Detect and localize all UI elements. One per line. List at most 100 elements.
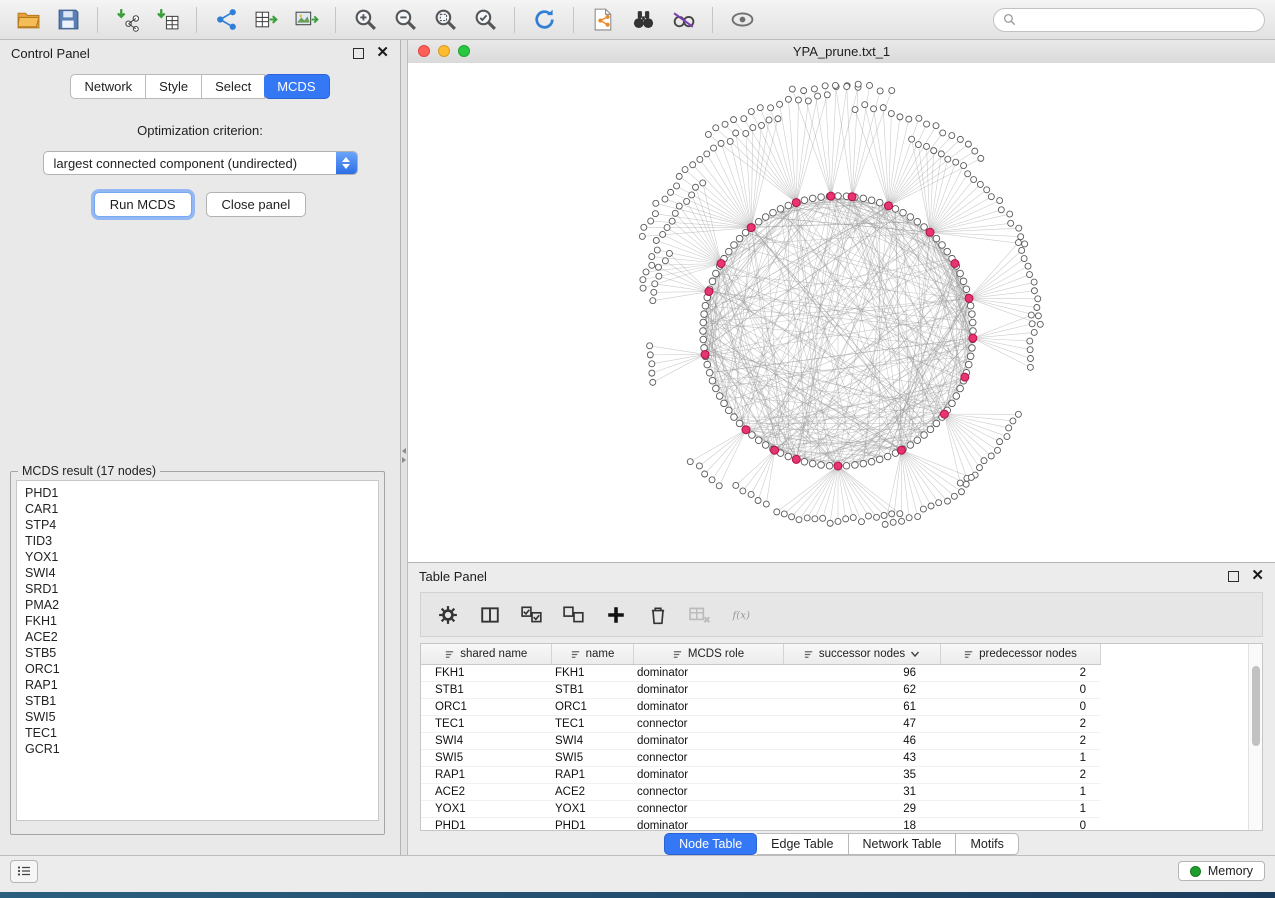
network-leaf-node[interactable] — [700, 180, 706, 186]
network-hub-node[interactable] — [792, 199, 800, 207]
network-leaf-node[interactable] — [649, 254, 655, 260]
network-node[interactable] — [907, 442, 914, 449]
table-cell[interactable]: connector — [633, 750, 783, 767]
network-leaf-node[interactable] — [965, 141, 971, 147]
network-leaf-node[interactable] — [722, 121, 728, 127]
network-leaf-node[interactable] — [664, 225, 670, 231]
network-leaf-node[interactable] — [1018, 234, 1024, 240]
network-node[interactable] — [777, 206, 784, 213]
network-leaf-node[interactable] — [789, 86, 795, 92]
table-cell[interactable]: 29 — [783, 801, 940, 818]
table-settings-button[interactable] — [437, 604, 459, 626]
table-cell[interactable]: 43 — [783, 750, 940, 767]
network-leaf-node[interactable] — [705, 131, 711, 137]
network-node[interactable] — [709, 377, 716, 384]
network-node[interactable] — [826, 462, 833, 469]
network-leaf-node[interactable] — [689, 192, 695, 198]
network-leaf-node[interactable] — [669, 218, 675, 224]
network-leaf-node[interactable] — [945, 156, 951, 162]
network-leaf-node[interactable] — [650, 379, 656, 385]
network-node[interactable] — [704, 361, 711, 368]
table-cell[interactable]: 2 — [940, 665, 1100, 682]
network-hub-node[interactable] — [951, 260, 959, 268]
table-cell[interactable]: 31 — [783, 784, 940, 801]
network-leaf-node[interactable] — [963, 481, 969, 487]
network-leaf-node[interactable] — [801, 88, 807, 94]
network-hub-node[interactable] — [965, 294, 973, 302]
network-leaf-node[interactable] — [684, 198, 690, 204]
network-leaf-node[interactable] — [889, 88, 895, 94]
close-panel-button[interactable]: Close panel — [206, 192, 307, 217]
network-leaf-node[interactable] — [674, 183, 680, 189]
network-node[interactable] — [749, 432, 756, 439]
network-leaf-node[interactable] — [1035, 296, 1041, 302]
network-node[interactable] — [725, 407, 732, 414]
network-leaf-node[interactable] — [650, 298, 656, 304]
table-cell[interactable]: dominator — [633, 682, 783, 699]
network-leaf-node[interactable] — [988, 453, 994, 459]
table-cell[interactable]: ORC1 — [421, 699, 551, 716]
table-cell[interactable]: FKH1 — [551, 665, 633, 682]
network-leaf-node[interactable] — [906, 515, 912, 521]
criterion-dropdown[interactable]: largest connected component (undirected) — [43, 151, 358, 175]
network-node[interactable] — [900, 209, 907, 216]
network-leaf-node[interactable] — [748, 109, 754, 115]
network-leaf-node[interactable] — [811, 86, 817, 92]
network-leaf-node[interactable] — [696, 463, 702, 469]
table-cell[interactable]: 0 — [940, 818, 1100, 832]
network-leaf-node[interactable] — [965, 171, 971, 177]
network-node[interactable] — [933, 420, 940, 427]
table-row[interactable]: TEC1TEC1connector472 — [421, 716, 1100, 733]
table-cell[interactable]: TEC1 — [421, 716, 551, 733]
network-hub-node[interactable] — [742, 426, 750, 434]
network-node[interactable] — [876, 199, 883, 206]
network-node[interactable] — [914, 218, 921, 225]
network-leaf-node[interactable] — [920, 506, 926, 512]
mcds-result-item[interactable]: STB5 — [25, 645, 378, 661]
network-leaf-node[interactable] — [687, 459, 693, 465]
network-leaf-node[interactable] — [897, 114, 903, 120]
network-hub-node[interactable] — [717, 260, 725, 268]
network-node[interactable] — [963, 286, 970, 293]
network-node[interactable] — [939, 242, 946, 249]
network-leaf-node[interactable] — [858, 519, 864, 525]
network-leaf-node[interactable] — [1007, 211, 1013, 217]
clear-table-button[interactable] — [689, 604, 711, 626]
table-cell[interactable]: dominator — [633, 665, 783, 682]
network-leaf-node[interactable] — [1027, 364, 1033, 370]
network-leaf-node[interactable] — [888, 111, 894, 117]
tab-motifs[interactable]: Motifs — [956, 833, 1018, 855]
network-node[interactable] — [725, 248, 732, 255]
network-node[interactable] — [969, 311, 976, 318]
network-node[interactable] — [970, 328, 977, 335]
network-leaf-node[interactable] — [716, 483, 722, 489]
table-cell[interactable]: YOX1 — [421, 801, 551, 818]
table-row[interactable]: ACE2ACE2connector311 — [421, 784, 1100, 801]
network-node[interactable] — [892, 206, 899, 213]
network-hub-node[interactable] — [705, 288, 713, 296]
network-leaf-node[interactable] — [988, 194, 994, 200]
network-leaf-node[interactable] — [1031, 288, 1037, 294]
network-leaf-node[interactable] — [1031, 329, 1037, 335]
network-leaf-node[interactable] — [953, 159, 959, 165]
network-leaf-node[interactable] — [660, 231, 666, 237]
network-leaf-node[interactable] — [785, 96, 791, 102]
network-node[interactable] — [809, 195, 816, 202]
network-node[interactable] — [957, 385, 964, 392]
network-leaf-node[interactable] — [690, 162, 696, 168]
network-hub-node[interactable] — [897, 446, 905, 454]
network-leaf-node[interactable] — [1006, 425, 1012, 431]
network-leaf-node[interactable] — [824, 92, 830, 98]
network-leaf-node[interactable] — [899, 518, 905, 524]
network-leaf-node[interactable] — [775, 116, 781, 122]
network-leaf-node[interactable] — [1027, 338, 1033, 344]
network-node[interactable] — [835, 193, 842, 200]
new-network-button[interactable] — [208, 4, 244, 36]
network-leaf-node[interactable] — [835, 518, 841, 524]
network-leaf-node[interactable] — [865, 513, 871, 519]
network-leaf-node[interactable] — [1034, 304, 1040, 310]
float-table-panel-icon[interactable] — [1228, 571, 1239, 582]
mcds-result-item[interactable]: CAR1 — [25, 501, 378, 517]
network-leaf-node[interactable] — [774, 509, 780, 515]
tab-network-table[interactable]: Network Table — [849, 833, 957, 855]
